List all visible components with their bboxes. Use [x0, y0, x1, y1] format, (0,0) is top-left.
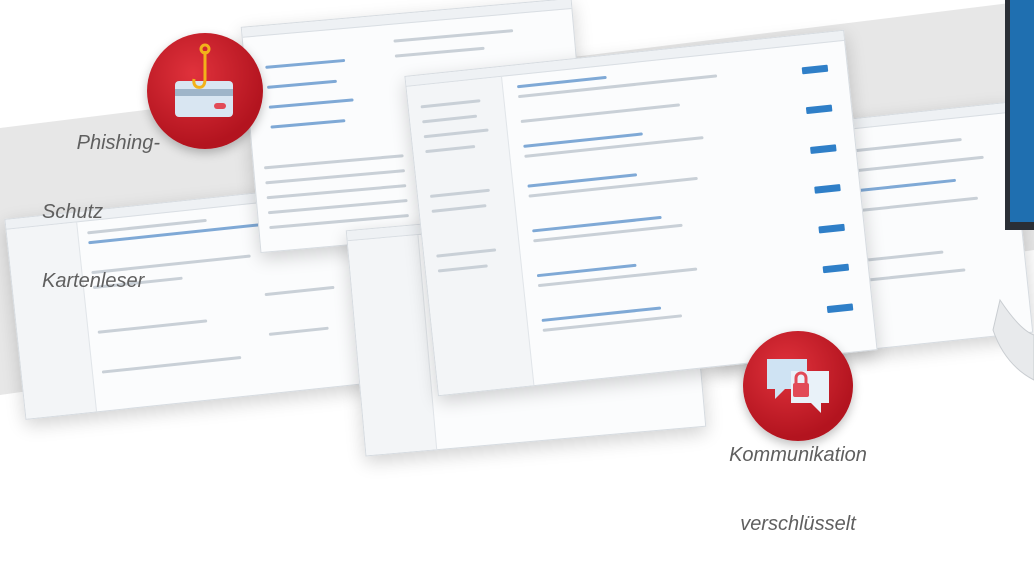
monitor-icon [992, 0, 1034, 381]
communication-label: Kommunikation verschlüsselt [718, 398, 878, 582]
phishing-label: Phishing- Schutz Kartenleser [42, 86, 160, 339]
phishing-label-line: Kartenleser [42, 270, 145, 292]
phishing-label-line: Schutz [42, 201, 104, 223]
phishing-badge [147, 33, 263, 149]
communication-label-line: Kommunikation [729, 444, 867, 466]
phishing-label-line: Phishing- [76, 132, 160, 154]
communication-label-line: verschlüsselt [740, 513, 856, 535]
hooked-credit-card-icon [175, 43, 233, 117]
